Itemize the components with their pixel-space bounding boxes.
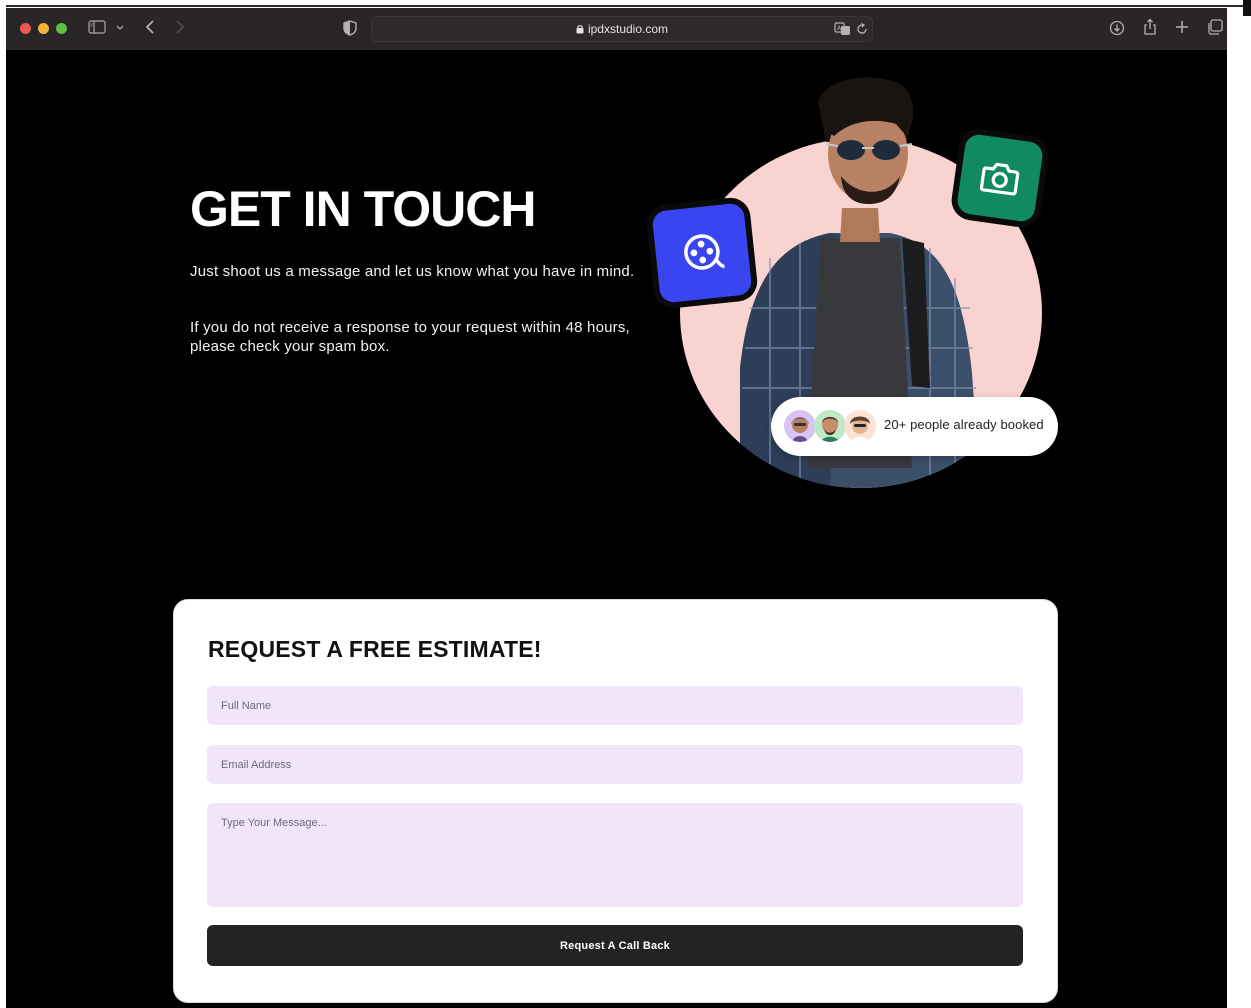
- avatar: [784, 410, 816, 442]
- share-icon[interactable]: [1143, 18, 1157, 40]
- intro-paragraph: Just shoot us a message and let us know …: [190, 263, 635, 280]
- camera-tile: [955, 132, 1045, 224]
- url-text: ipdxstudio.com: [587, 22, 669, 36]
- page-title: GET IN TOUCH: [190, 181, 536, 237]
- full-name-field[interactable]: [207, 686, 1023, 725]
- form-title: REQUEST A FREE ESTIMATE!: [208, 636, 542, 662]
- web-page: GET IN TOUCH Just shoot us a message and…: [6, 50, 1227, 1008]
- social-proof-badge: 20+ people already booked: [771, 397, 1058, 456]
- film-reel-tile: [651, 202, 753, 304]
- close-window-button[interactable]: [20, 23, 31, 34]
- lock-icon: [576, 25, 584, 34]
- person-head: [818, 77, 914, 204]
- avatar: [814, 410, 846, 442]
- booked-count-text: 20+ people already booked: [884, 417, 1044, 432]
- forward-icon[interactable]: [174, 19, 186, 39]
- estimate-form-card: REQUEST A FREE ESTIMATE! Request A Call …: [174, 600, 1057, 1002]
- spam-notice-paragraph: If you do not receive a response to your…: [190, 319, 630, 355]
- reload-icon[interactable]: [856, 22, 868, 40]
- email-field[interactable]: [207, 745, 1023, 784]
- downloads-icon[interactable]: [1109, 20, 1125, 40]
- avatar: [844, 410, 876, 442]
- new-tab-icon[interactable]: [1175, 20, 1189, 38]
- back-icon[interactable]: [144, 19, 156, 39]
- chevron-down-icon[interactable]: [115, 21, 125, 37]
- camera-icon: [979, 162, 1020, 196]
- film-reel-icon: [684, 234, 726, 270]
- window-frame-edge: [6, 5, 1251, 7]
- translate-icon[interactable]: A: [834, 22, 852, 40]
- sidebar-icon[interactable]: [88, 20, 106, 38]
- tab-overview-icon[interactable]: [1207, 19, 1223, 39]
- privacy-shield-icon[interactable]: [343, 20, 357, 40]
- minimize-window-button[interactable]: [38, 23, 49, 34]
- address-bar[interactable]: ipdxstudio.com A: [371, 16, 873, 42]
- request-call-back-button[interactable]: Request A Call Back: [207, 925, 1023, 966]
- zoom-window-button[interactable]: [56, 23, 67, 34]
- window-frame-right: [1227, 8, 1251, 1008]
- window-frame-corner: [1243, 0, 1251, 16]
- message-field[interactable]: [207, 803, 1023, 907]
- browser-toolbar: ipdxstudio.com A: [6, 8, 1227, 50]
- address-bar-url: ipdxstudio.com: [372, 22, 872, 36]
